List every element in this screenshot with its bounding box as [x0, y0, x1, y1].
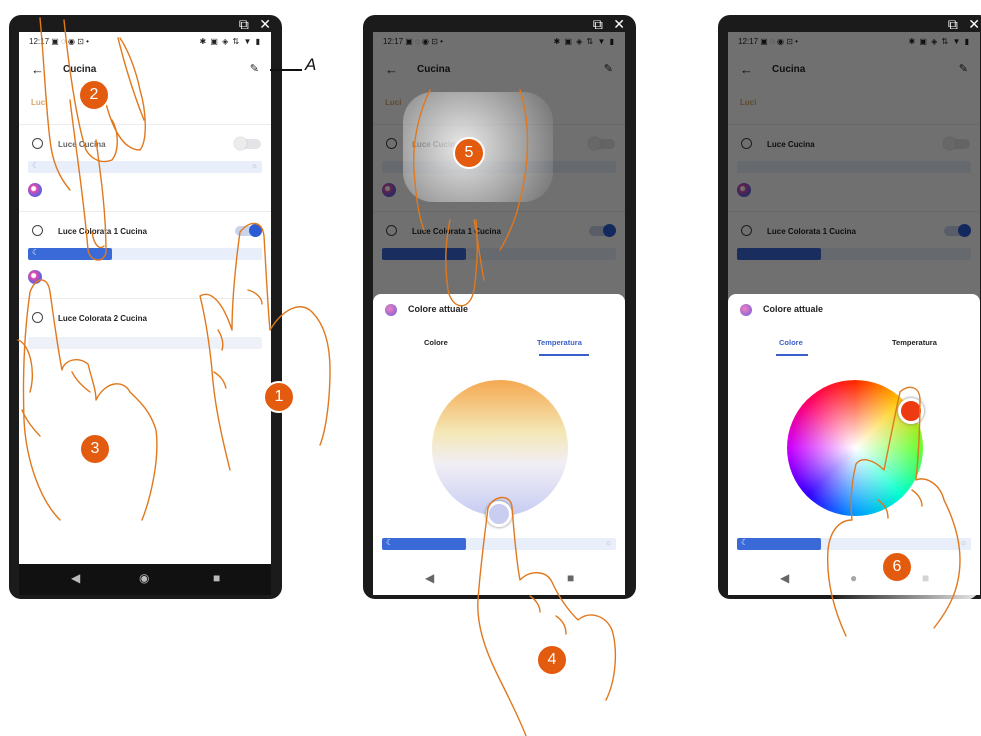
step-callout-1: 1: [263, 381, 295, 413]
hand-4-outline: [477, 496, 617, 736]
annotation-leader-line: [270, 69, 302, 71]
hand-2-nail: [91, 231, 105, 249]
hand-3-knuckles: [17, 339, 91, 437]
hand-6-outline: [826, 386, 961, 637]
hand-illustrations: [17, 17, 961, 736]
step-callout-5: 5: [453, 137, 485, 169]
hand-4-knuckles: [529, 595, 567, 635]
hand-5-outline: [412, 89, 529, 307]
step-callout-6: 6: [881, 551, 913, 583]
hand-3-outline: [22, 279, 158, 521]
step-callout-3: 3: [79, 433, 111, 465]
hand-1-outline: [199, 222, 331, 471]
step-callout-2: 2: [78, 79, 110, 111]
hand-6-knuckles: [877, 489, 923, 519]
annotation-letter-a: A: [305, 55, 317, 74]
hand-2-finger: [69, 99, 107, 261]
hand-1-knuckles: [213, 289, 263, 389]
step-callout-4: 4: [536, 644, 568, 676]
